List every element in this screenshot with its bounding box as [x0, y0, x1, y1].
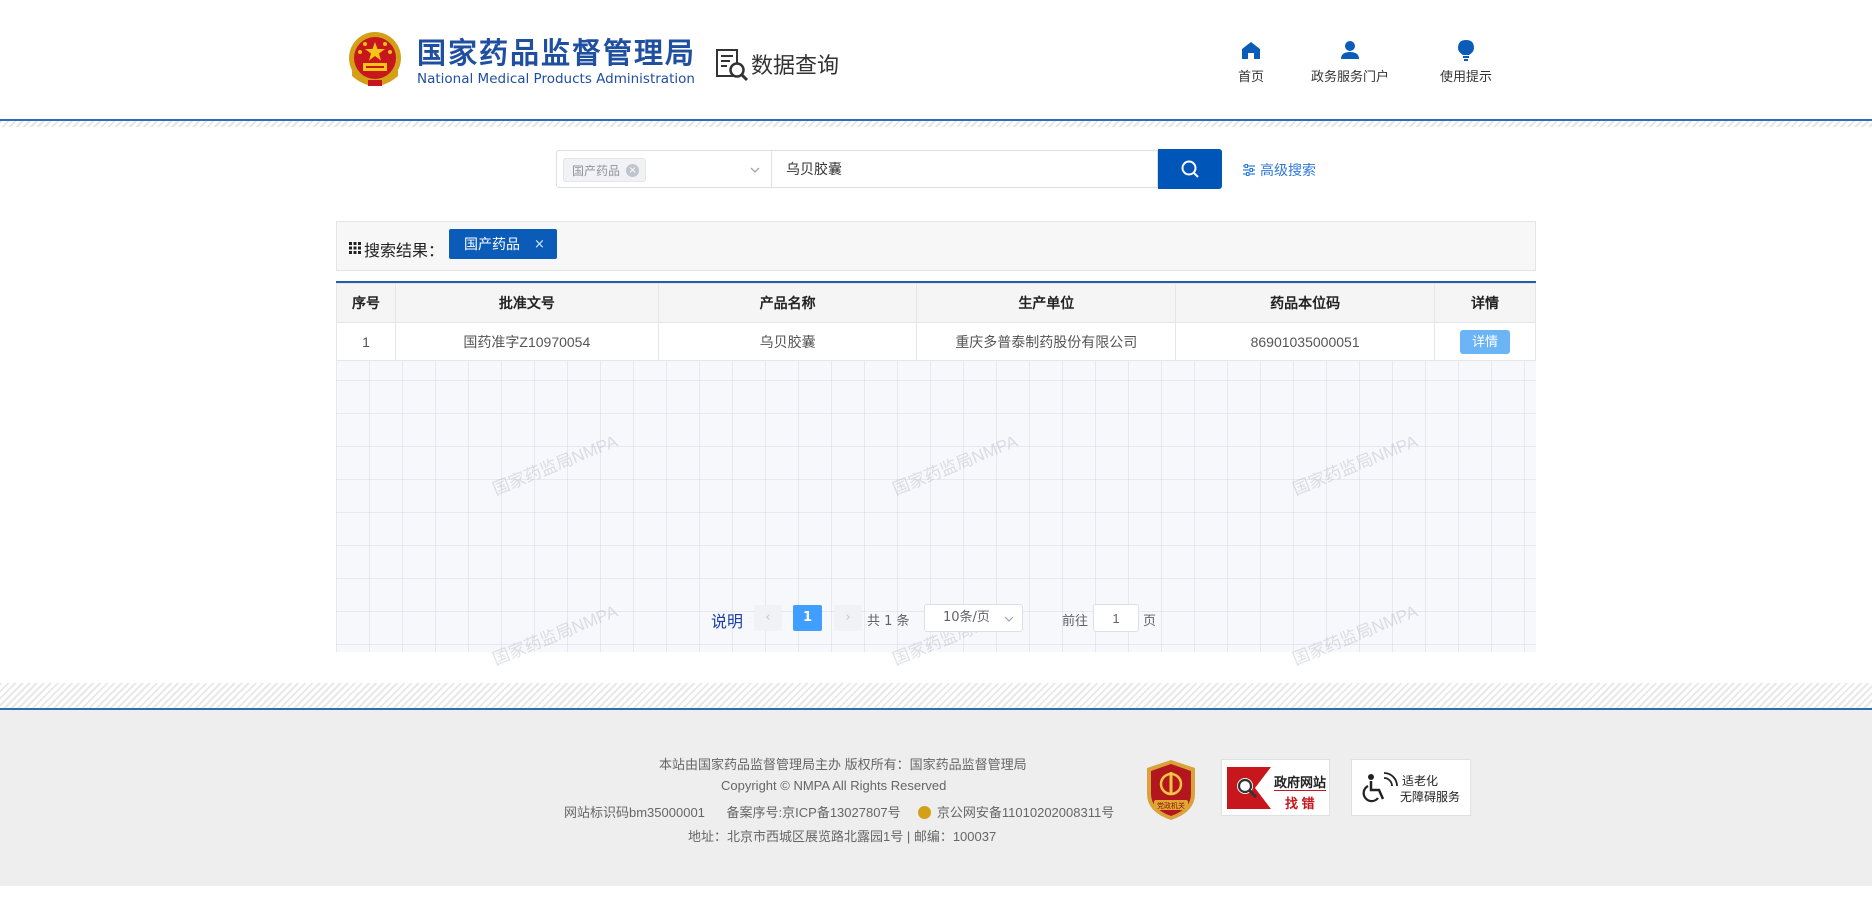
advanced-search-label: 高级搜索 [1260, 163, 1316, 179]
col-header-index: 序号 [336, 283, 396, 323]
goto-suffix: 页 [1143, 614, 1157, 629]
cell-manufacturer: 重庆多普泰制药股份有限公司 [916, 322, 1177, 361]
report-badge-sub: 找 错 [1285, 796, 1315, 811]
nav-home-label: 首页 [1238, 70, 1265, 85]
table-header-row: 序号 批准文号 产品名称 生产单位 药品本位码 详情 [336, 283, 1536, 323]
page-size-select[interactable]: 10条/页 [924, 604, 1023, 632]
filter-chip-label: 国产药品 [464, 237, 520, 253]
filter-chip[interactable]: 国产药品 × [449, 229, 557, 259]
footer-copyright: Copyright © NMPA All Rights Reserved [721, 778, 947, 793]
party-badge-label: 党政机关 [1157, 801, 1185, 810]
watermark: 国家药监局NMPA [890, 431, 1021, 500]
pagination: 说明 ‹ 1 › 共 1 条 10条/页 前往 页 [0, 604, 1872, 632]
section-title-text: 数据查询 [751, 54, 840, 79]
chevron-down-icon [750, 167, 760, 173]
footer-sponsor: 本站由国家药品监督管理局主办 版权所有：国家药品监督管理局 [659, 757, 1027, 772]
section-title: 数据查询 [715, 46, 839, 82]
cell-drug-code: 86901035000051 [1175, 322, 1436, 361]
cell-detail: 详情 [1434, 322, 1536, 361]
cell-index: 1 [336, 322, 396, 361]
nav-service-portal-label: 政务服务门户 [1311, 70, 1390, 85]
page-number-active[interactable]: 1 [793, 605, 822, 631]
search-input[interactable] [772, 150, 1158, 188]
footer-police-link[interactable]: 京公网安备11010202008311号 [937, 805, 1114, 820]
footer-registration: 网站标识码bm35000001 备案序号:京ICP备13027807号 京公网安… [564, 802, 1114, 821]
footer-stripe [0, 683, 1872, 708]
site-footer [0, 708, 1872, 886]
results-table-area: 国家药监局NMPA 国家药监局NMPA 国家药监局NMPA 国家药监局NMPA … [336, 281, 1536, 669]
nav-service-portal[interactable]: 政务服务门户 [1311, 38, 1389, 85]
col-header-product-name: 产品名称 [657, 283, 918, 323]
sliders-icon [1243, 164, 1255, 176]
accessibility-badge-line1: 适老化 [1402, 774, 1439, 788]
detail-button[interactable]: 详情 [1460, 329, 1510, 354]
page-size-value: 10条/页 [943, 610, 990, 625]
nav-usage-tips-label: 使用提示 [1440, 70, 1493, 85]
grid-icon [349, 242, 361, 254]
site-header: 国家药品监督管理局 National Medical Products Admi… [0, 0, 1872, 120]
chevron-down-icon [1004, 616, 1014, 622]
cell-approval-no: 国药准字Z10970054 [394, 322, 659, 361]
cell-product-name: 乌贝胶囊 [657, 322, 918, 361]
goto-label: 前往 [1062, 614, 1089, 629]
brand-name-cn: 国家药品监督管理局 [417, 36, 697, 70]
nav-home[interactable]: 首页 [1238, 38, 1264, 85]
results-table: 序号 批准文号 产品名称 生产单位 药品本位码 详情 1 国药准字Z109700… [336, 283, 1536, 361]
prev-page-button[interactable]: ‹ [754, 605, 782, 631]
user-icon [1341, 41, 1359, 59]
category-tag: 国产药品 × [563, 158, 647, 182]
table-row: 1 国药准字Z10970054 乌贝胶囊 重庆多普泰制药股份有限公司 86901… [336, 322, 1536, 361]
data-query-icon [716, 49, 749, 82]
results-label: 搜索结果： [364, 241, 445, 260]
col-header-drug-code: 药品本位码 [1175, 283, 1436, 323]
header-stripe [0, 121, 1872, 127]
footer-icp-link[interactable]: 备案序号:京ICP备13027807号 [727, 805, 901, 820]
accessibility-icon [1362, 772, 1398, 803]
accessibility-badge-line2: 无障碍服务 [1400, 790, 1461, 804]
goto-page-input[interactable] [1093, 604, 1139, 632]
watermark: 国家药监局NMPA [1290, 431, 1421, 500]
total-count: 共 1 条 [867, 614, 910, 629]
report-badge-title: 政府网站 [1274, 775, 1327, 790]
footer-address: 地址：北京市西城区展览路北露园1号 | 邮编：100037 [688, 829, 997, 844]
results-bar: 搜索结果： 国产药品 × [336, 221, 1536, 271]
accessibility-badge[interactable]: 适老化 无障碍服务 [1351, 759, 1471, 816]
national-emblem-icon [349, 32, 401, 86]
police-badge-icon [918, 806, 932, 819]
advanced-search-link[interactable]: 高级搜索 [1242, 160, 1316, 180]
lightbulb-icon [1458, 40, 1474, 61]
col-header-manufacturer: 生产单位 [916, 283, 1177, 323]
col-header-detail: 详情 [1434, 283, 1536, 323]
watermark: 国家药监局NMPA [490, 431, 621, 500]
category-select[interactable]: 国产药品 × [556, 150, 772, 188]
brand-title[interactable]: 国家药品监督管理局 National Medical Products Admi… [417, 36, 696, 88]
tag-remove-icon[interactable]: × [626, 163, 640, 177]
report-error-badge[interactable]: 政府网站 找 错 [1221, 759, 1330, 816]
report-badge-divider [1274, 790, 1326, 791]
party-government-badge[interactable]: 党政机关 [1145, 758, 1197, 822]
nav-usage-tips[interactable]: 使用提示 [1440, 38, 1492, 85]
magnifier-flag-icon [1227, 767, 1271, 809]
category-tag-label: 国产药品 [572, 163, 621, 178]
next-page-button[interactable]: › [834, 605, 862, 631]
col-header-approval-no: 批准文号 [394, 283, 659, 323]
search-icon [1181, 160, 1199, 178]
search-button[interactable] [1158, 149, 1222, 189]
footer-site-code: 网站标识码bm35000001 [564, 805, 705, 820]
home-icon [1242, 42, 1260, 59]
note-link[interactable]: 说明 [711, 608, 743, 632]
brand-name-en: National Medical Products Administration [417, 71, 695, 87]
close-icon[interactable]: × [534, 237, 545, 252]
